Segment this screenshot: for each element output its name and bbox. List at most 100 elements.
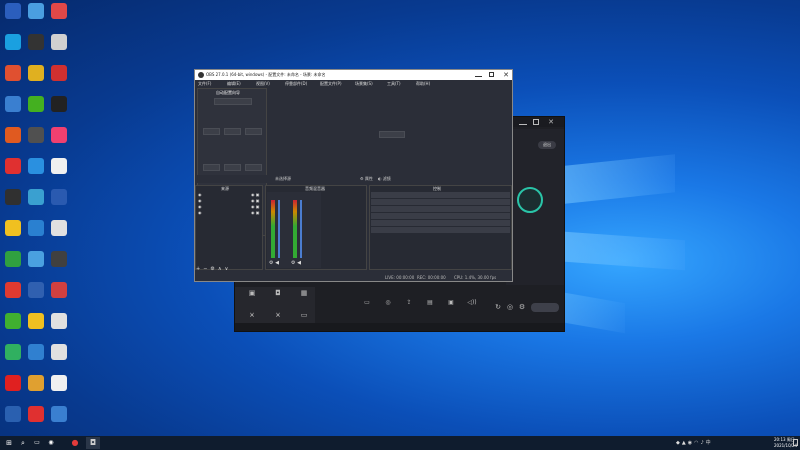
dialog-option-button[interactable] bbox=[224, 128, 241, 135]
desktop-shortcut-icon[interactable] bbox=[48, 406, 70, 422]
desktop-shortcut-icon[interactable] bbox=[2, 34, 24, 50]
desktop-shortcut-icon[interactable] bbox=[25, 251, 47, 267]
maximize-button[interactable] bbox=[533, 119, 539, 125]
move-up-button[interactable]: ∧ bbox=[218, 266, 225, 272]
minimize-button[interactable] bbox=[519, 119, 527, 125]
visibility-lock-icons[interactable]: ◉ ▣ bbox=[251, 210, 260, 215]
desktop-shortcut-icon[interactable] bbox=[48, 189, 70, 205]
desktop-shortcut-icon[interactable] bbox=[25, 34, 47, 50]
dialog-option-button[interactable] bbox=[245, 128, 262, 135]
gear-icon[interactable]: ⚙ bbox=[210, 266, 217, 272]
desktop-shortcut-icon[interactable] bbox=[48, 344, 70, 360]
desktop-shortcut-icon[interactable] bbox=[2, 127, 24, 143]
desktop-shortcut-icon[interactable] bbox=[2, 96, 24, 112]
menu-item[interactable]: 工具(T) bbox=[387, 81, 401, 86]
gear-icon[interactable]: ⚙ bbox=[517, 303, 527, 312]
start-icon[interactable]: ⊞ bbox=[4, 438, 14, 448]
control-button[interactable] bbox=[371, 220, 510, 226]
toolbar-item[interactable]: ▤ bbox=[420, 299, 440, 317]
desktop-shortcut-icon[interactable] bbox=[25, 375, 47, 391]
eye-icon[interactable]: ◉ bbox=[198, 210, 202, 215]
edge-icon[interactable]: ◉ bbox=[46, 438, 56, 448]
dialog-option-button[interactable] bbox=[224, 164, 241, 171]
toolbar-item[interactable]: ▣ bbox=[441, 299, 461, 317]
menu-item[interactable]: 文件(F) bbox=[198, 81, 211, 86]
control-button[interactable] bbox=[371, 206, 510, 212]
exit-pill[interactable]: 退出 bbox=[538, 141, 556, 149]
obs-minimize-button[interactable] bbox=[475, 72, 482, 77]
desktop-shortcut-icon[interactable] bbox=[25, 158, 47, 174]
desktop-shortcut-icon[interactable] bbox=[25, 189, 47, 205]
desktop-shortcut-icon[interactable] bbox=[2, 189, 24, 205]
desktop-shortcut-icon[interactable] bbox=[25, 3, 47, 19]
eye-icon[interactable]: ◉ bbox=[198, 204, 202, 209]
volume-slider[interactable] bbox=[278, 200, 280, 258]
side-tab[interactable]: ▣ bbox=[241, 289, 263, 307]
desktop-shortcut-icon[interactable] bbox=[48, 127, 70, 143]
desktop-shortcut-icon[interactable] bbox=[25, 406, 47, 422]
close-button[interactable]: ✕ bbox=[545, 117, 557, 127]
app-icon[interactable]: ◘ bbox=[88, 438, 98, 448]
toolbar-item[interactable]: ◎ bbox=[378, 299, 398, 317]
control-button[interactable] bbox=[371, 192, 510, 198]
search-icon[interactable]: ⌕ bbox=[18, 438, 28, 448]
desktop-shortcut-icon[interactable] bbox=[25, 282, 47, 298]
dialog-option-button[interactable] bbox=[203, 128, 220, 135]
desktop-shortcut-icon[interactable] bbox=[2, 3, 24, 19]
desktop-shortcut-icon[interactable] bbox=[2, 313, 24, 329]
mixer-channel-controls[interactable]: ⚙ ◀ bbox=[269, 261, 279, 266]
mixer-channel-controls[interactable]: ⚙ ◀ bbox=[291, 261, 301, 266]
obs-window[interactable]: OBS 27.0.1 (64-bit, windows) - 配置文件: 未命名… bbox=[194, 69, 513, 282]
desktop-shortcut-icon[interactable] bbox=[48, 3, 70, 19]
desktop-shortcut-icon[interactable] bbox=[25, 65, 47, 81]
control-button[interactable] bbox=[371, 213, 510, 219]
desktop-shortcut-icon[interactable] bbox=[25, 220, 47, 236]
desktop-shortcut-icon[interactable] bbox=[48, 251, 70, 267]
go-live-button[interactable] bbox=[531, 303, 559, 312]
live-circle[interactable] bbox=[517, 187, 543, 213]
eye-icon[interactable]: ◉ bbox=[198, 198, 202, 203]
desktop-shortcut-icon[interactable] bbox=[48, 313, 70, 329]
menu-item[interactable]: 停靠部件(D) bbox=[285, 81, 307, 86]
desktop-shortcut-icon[interactable] bbox=[25, 344, 47, 360]
desktop-shortcut-icon[interactable] bbox=[2, 282, 24, 298]
filters-button[interactable]: ◐ 滤镜 bbox=[378, 176, 391, 181]
menu-item[interactable]: 视图(V) bbox=[256, 81, 270, 86]
layers-icon[interactable]: ◎ bbox=[505, 303, 515, 312]
desktop-shortcut-icon[interactable] bbox=[25, 96, 47, 112]
visibility-lock-icons[interactable]: ◉ ▣ bbox=[251, 198, 260, 203]
notification-icon[interactable] bbox=[793, 439, 798, 446]
desktop-shortcut-icon[interactable] bbox=[48, 282, 70, 298]
source-row[interactable]: ◉ ◉ ▣ bbox=[196, 210, 262, 216]
desktop-shortcut-icon[interactable] bbox=[48, 34, 70, 50]
desktop-shortcut-icon[interactable] bbox=[25, 127, 47, 143]
obs-close-button[interactable]: ✕ bbox=[500, 70, 512, 80]
clock-time[interactable]: 20:13 周日 bbox=[774, 437, 795, 442]
toolbar-item[interactable]: ▭ bbox=[357, 299, 377, 317]
desktop-shortcut-icon[interactable] bbox=[48, 65, 70, 81]
desktop-shortcut-icon[interactable] bbox=[2, 406, 24, 422]
desktop-shortcut-icon[interactable] bbox=[2, 375, 24, 391]
desktop-shortcut-icon[interactable] bbox=[2, 251, 24, 267]
desktop-shortcut-icon[interactable] bbox=[2, 220, 24, 236]
side-tab[interactable]: ◘ bbox=[267, 289, 289, 307]
desktop-shortcut-icon[interactable] bbox=[48, 220, 70, 236]
obs-icon[interactable]: ● bbox=[70, 438, 80, 448]
refresh-icon[interactable]: ↻ bbox=[493, 303, 503, 312]
desktop-shortcut-icon[interactable] bbox=[2, 344, 24, 360]
dialog-option-button[interactable] bbox=[203, 164, 220, 171]
desktop-shortcut-icon[interactable] bbox=[48, 96, 70, 112]
language-icon[interactable]: 中 bbox=[706, 440, 713, 446]
menu-item[interactable]: 配置文件(P) bbox=[320, 81, 342, 86]
toolbar-item[interactable]: ⇪ bbox=[399, 299, 419, 317]
move-down-button[interactable]: ∨ bbox=[225, 266, 232, 272]
menu-item[interactable]: 编辑(E) bbox=[227, 81, 241, 86]
menu-item[interactable]: 帮助(H) bbox=[416, 81, 430, 86]
desktop-shortcut-icon[interactable] bbox=[48, 375, 70, 391]
control-button[interactable] bbox=[371, 227, 510, 233]
desktop-shortcut-icon[interactable] bbox=[2, 158, 24, 174]
taskview-icon[interactable]: ▭ bbox=[32, 438, 42, 448]
properties-button[interactable]: ⚙ 属性 bbox=[360, 176, 373, 181]
dialog-top-button[interactable] bbox=[214, 98, 252, 105]
desktop-shortcut-icon[interactable] bbox=[48, 158, 70, 174]
